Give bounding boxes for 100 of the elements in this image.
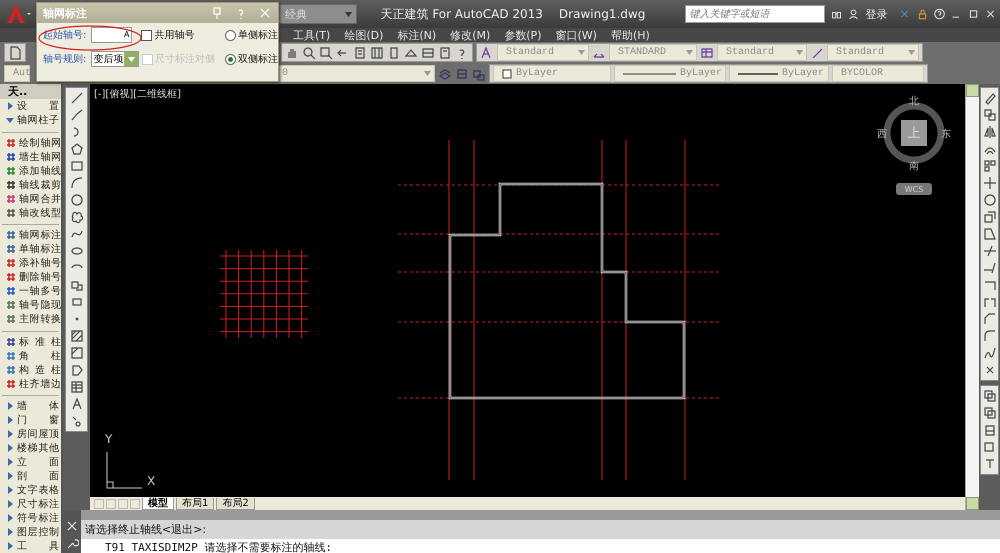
arc-icon[interactable] xyxy=(70,176,84,190)
polyline-icon[interactable] xyxy=(70,108,84,122)
radio-option[interactable]: 单侧标注 xyxy=(225,28,278,42)
new-file-icon[interactable] xyxy=(8,46,22,60)
command-history: 请选择终止轴线<退出>: xyxy=(81,520,1000,539)
mirror-icon[interactable] xyxy=(982,125,996,139)
palette-group[interactable]: 尺寸标注 xyxy=(0,497,61,511)
stretch-icon[interactable] xyxy=(982,227,996,241)
design-center-icon[interactable] xyxy=(370,46,384,60)
fillet-icon[interactable] xyxy=(982,329,996,343)
menu-item[interactable]: 绘图(D) xyxy=(344,28,384,42)
palette-group[interactable]: 楼梯其他 xyxy=(0,441,61,455)
palette-command[interactable]: 添补轴号 xyxy=(0,256,61,270)
rectangle-icon[interactable] xyxy=(70,159,84,173)
property-value: ByLayer xyxy=(782,68,824,79)
move-icon[interactable] xyxy=(982,176,996,190)
axis-label: X xyxy=(147,474,156,488)
menu-item[interactable]: 帮助(H) xyxy=(610,28,650,42)
bring-front-icon[interactable] xyxy=(982,389,996,403)
gradient-icon[interactable] xyxy=(70,346,84,360)
palette-command[interactable]: 墙生轴网 xyxy=(0,150,61,164)
file-name: Drawing1.dwg xyxy=(558,7,646,21)
palette-group[interactable]: 房间屋顶 xyxy=(0,427,61,441)
palette-group[interactable]: 符号标注 xyxy=(0,511,61,525)
dropdown-arrow-icon[interactable] xyxy=(344,12,352,16)
palette-command[interactable]: 轴号隐现 xyxy=(0,298,61,312)
polygon-icon[interactable] xyxy=(70,142,84,156)
palette-group[interactable]: 墙体 xyxy=(0,399,61,413)
palette-title: 天.. xyxy=(0,84,61,99)
palette-command[interactable]: 单轴标注 xyxy=(0,242,61,256)
menu-item[interactable]: 修改(M) xyxy=(450,28,490,42)
region-icon[interactable] xyxy=(70,363,84,377)
copy-icon[interactable] xyxy=(982,108,996,122)
palette-command[interactable]: 绘制轴网 xyxy=(0,136,61,150)
wrench-icon[interactable] xyxy=(65,537,79,551)
multileader-style-icon[interactable] xyxy=(810,46,824,60)
properties-icon[interactable] xyxy=(353,46,367,60)
blend-icon[interactable] xyxy=(982,346,996,360)
palette-group[interactable]: 门窗 xyxy=(0,413,61,427)
menu-item[interactable]: 参数(P) xyxy=(504,28,542,42)
zoom-window-icon[interactable] xyxy=(319,46,333,60)
sign-in-link[interactable]: 登录 xyxy=(865,6,888,22)
palette-command[interactable]: 标准柱 xyxy=(0,334,61,348)
line-sample-icon xyxy=(623,72,676,76)
close-icon[interactable] xyxy=(65,519,79,533)
rule-dropdown[interactable]: 变后项 xyxy=(90,51,140,67)
palette-command[interactable]: 轴改线型 xyxy=(0,206,61,220)
palette-group[interactable]: 工具 xyxy=(0,539,61,553)
lock-icon[interactable] xyxy=(916,7,928,21)
palette-group[interactable]: 设置 xyxy=(0,99,61,113)
palette-command[interactable]: 柱齐墙边 xyxy=(0,376,61,390)
help-icon[interactable] xyxy=(934,7,945,21)
layout-tab[interactable]: 布局2 xyxy=(216,498,255,510)
color-swatch-icon xyxy=(502,68,512,78)
ucs-axes-icon xyxy=(104,450,144,490)
window-title: 天正建筑 For AutoCAD 2013 xyxy=(380,6,543,22)
palette-command[interactable]: 轴线裁剪 xyxy=(0,178,61,192)
palette-command[interactable]: 角柱 xyxy=(0,348,61,362)
radio-option[interactable]: 双侧标注 xyxy=(225,52,278,66)
text-icon[interactable] xyxy=(70,397,84,411)
menu-item[interactable]: 窗口(W) xyxy=(555,28,597,42)
palette-command[interactable]: 轴网合并 xyxy=(0,192,61,206)
checkbox-square[interactable] xyxy=(141,30,152,40)
menu-item[interactable]: 标注(N) xyxy=(397,28,436,42)
palette-command[interactable]: 添加轴线 xyxy=(0,164,61,178)
table-style-icon[interactable] xyxy=(700,46,714,60)
line-sample-icon xyxy=(738,72,778,76)
search-field[interactable]: 键入关键字或短语 xyxy=(685,5,826,23)
palette-command[interactable]: 主附转换 xyxy=(0,312,61,326)
array-icon[interactable] xyxy=(982,159,996,173)
trim-icon[interactable] xyxy=(982,244,996,258)
palette-group[interactable]: 立面 xyxy=(0,455,61,469)
rotate-icon[interactable] xyxy=(982,193,996,207)
erase-icon[interactable] xyxy=(982,91,996,105)
line-icon[interactable] xyxy=(70,91,84,105)
palette-group[interactable]: 文字表格 xyxy=(0,483,61,497)
palette-command[interactable]: 一轴多号 xyxy=(0,284,61,298)
palette-command[interactable]: 轴网标注 xyxy=(0,228,61,242)
palette-group[interactable]: 图层控制 xyxy=(0,525,61,539)
palette-command[interactable]: 构造柱 xyxy=(0,362,61,376)
shared-checkbox[interactable]: 共用轴号 xyxy=(141,28,222,42)
zoom-realtime-icon[interactable] xyxy=(302,46,316,60)
scale-icon[interactable] xyxy=(982,210,996,224)
viewport-label[interactable]: [-][俯视][二维线框] xyxy=(94,87,182,101)
palette-group[interactable]: 轴网柱子 xyxy=(0,113,61,127)
cloud-icon[interactable] xyxy=(70,210,84,224)
layout-tab[interactable]: 模型 xyxy=(142,498,174,510)
circle-icon[interactable] xyxy=(70,193,84,207)
palette-command[interactable]: 删除轴号 xyxy=(0,270,61,284)
table-icon[interactable] xyxy=(70,380,84,394)
send-back-icon[interactable] xyxy=(982,406,996,420)
hatch-icon[interactable] xyxy=(70,329,84,343)
extend-icon[interactable] xyxy=(982,261,996,275)
chamfer-icon[interactable] xyxy=(982,312,996,326)
command-prompt[interactable]: T91_TAXISDIM2P 请选择不需要标注的轴线: xyxy=(81,539,1000,553)
user-icon[interactable] xyxy=(848,7,860,21)
layout-tab[interactable]: 布局1 xyxy=(176,498,214,510)
menu-item[interactable]: 工具(T) xyxy=(293,28,330,42)
start-number-field[interactable]: A xyxy=(90,27,132,43)
palette-group[interactable]: 剖面 xyxy=(0,469,61,483)
